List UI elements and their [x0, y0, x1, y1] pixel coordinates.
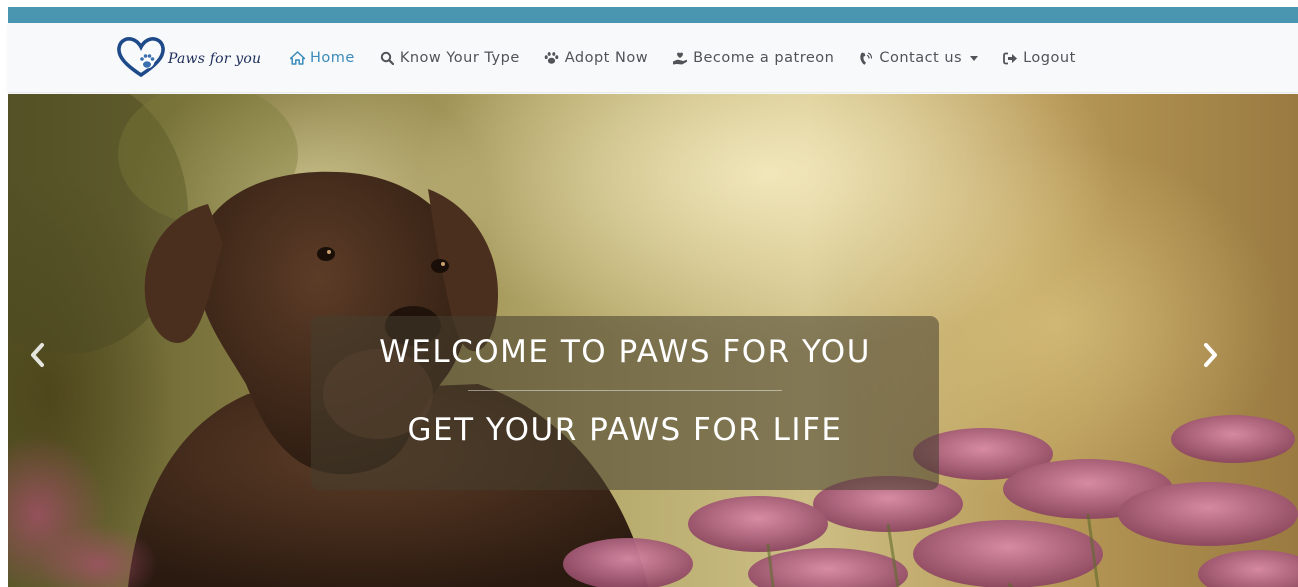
- carousel-next-button[interactable]: [1196, 342, 1226, 372]
- nav-adopt-now[interactable]: Adopt Now: [544, 50, 648, 66]
- main-nav: Home Know Your Type Adopt Now Become a p…: [289, 23, 1100, 93]
- hero-carousel: WELCOME TO PAWS FOR YOU GET YOUR PAWS FO…: [8, 94, 1298, 587]
- nav-adopt-now-label: Adopt Now: [564, 50, 649, 66]
- heart-paw-logo-icon: [116, 35, 166, 79]
- search-icon: [379, 50, 395, 66]
- brand-name: Paws for you: [168, 51, 262, 67]
- nav-contact-us-label: Contact us: [879, 50, 963, 66]
- nav-home-label: Home: [310, 50, 355, 66]
- nav-know-your-type[interactable]: Know Your Type: [379, 50, 520, 66]
- sign-out-icon: [1002, 50, 1018, 66]
- carousel-subtitle: GET YOUR PAWS FOR LIFE: [407, 412, 843, 448]
- carousel-caption: WELCOME TO PAWS FOR YOU GET YOUR PAWS FO…: [311, 316, 939, 490]
- chevron-left-icon: [29, 342, 45, 372]
- caption-divider: [468, 390, 782, 391]
- top-accent-bar: [8, 7, 1298, 23]
- nav-logout[interactable]: Logout: [1002, 50, 1076, 66]
- page: Paws for you Home Know Your Type Adopt N…: [0, 0, 1298, 587]
- brand[interactable]: Paws for you: [116, 31, 261, 83]
- nav-home[interactable]: Home: [289, 50, 355, 66]
- carousel-title: WELCOME TO PAWS FOR YOU: [379, 334, 871, 370]
- nav-contact-us[interactable]: Contact us: [858, 50, 979, 66]
- nav-know-your-type-label: Know Your Type: [399, 50, 520, 66]
- hand-holding-heart-icon: [672, 50, 688, 66]
- chevron-down-icon: [970, 55, 979, 61]
- nav-logout-label: Logout: [1023, 50, 1076, 66]
- chevron-right-icon: [1203, 342, 1219, 372]
- carousel-prev-button[interactable]: [22, 342, 52, 372]
- nav-become-patreon-label: Become a patreon: [693, 50, 835, 66]
- home-icon: [289, 50, 305, 66]
- nav-become-patreon[interactable]: Become a patreon: [672, 50, 834, 66]
- paw-icon: [544, 50, 560, 66]
- navbar: Paws for you Home Know Your Type Adopt N…: [8, 23, 1298, 93]
- phone-volume-icon: [858, 50, 874, 66]
